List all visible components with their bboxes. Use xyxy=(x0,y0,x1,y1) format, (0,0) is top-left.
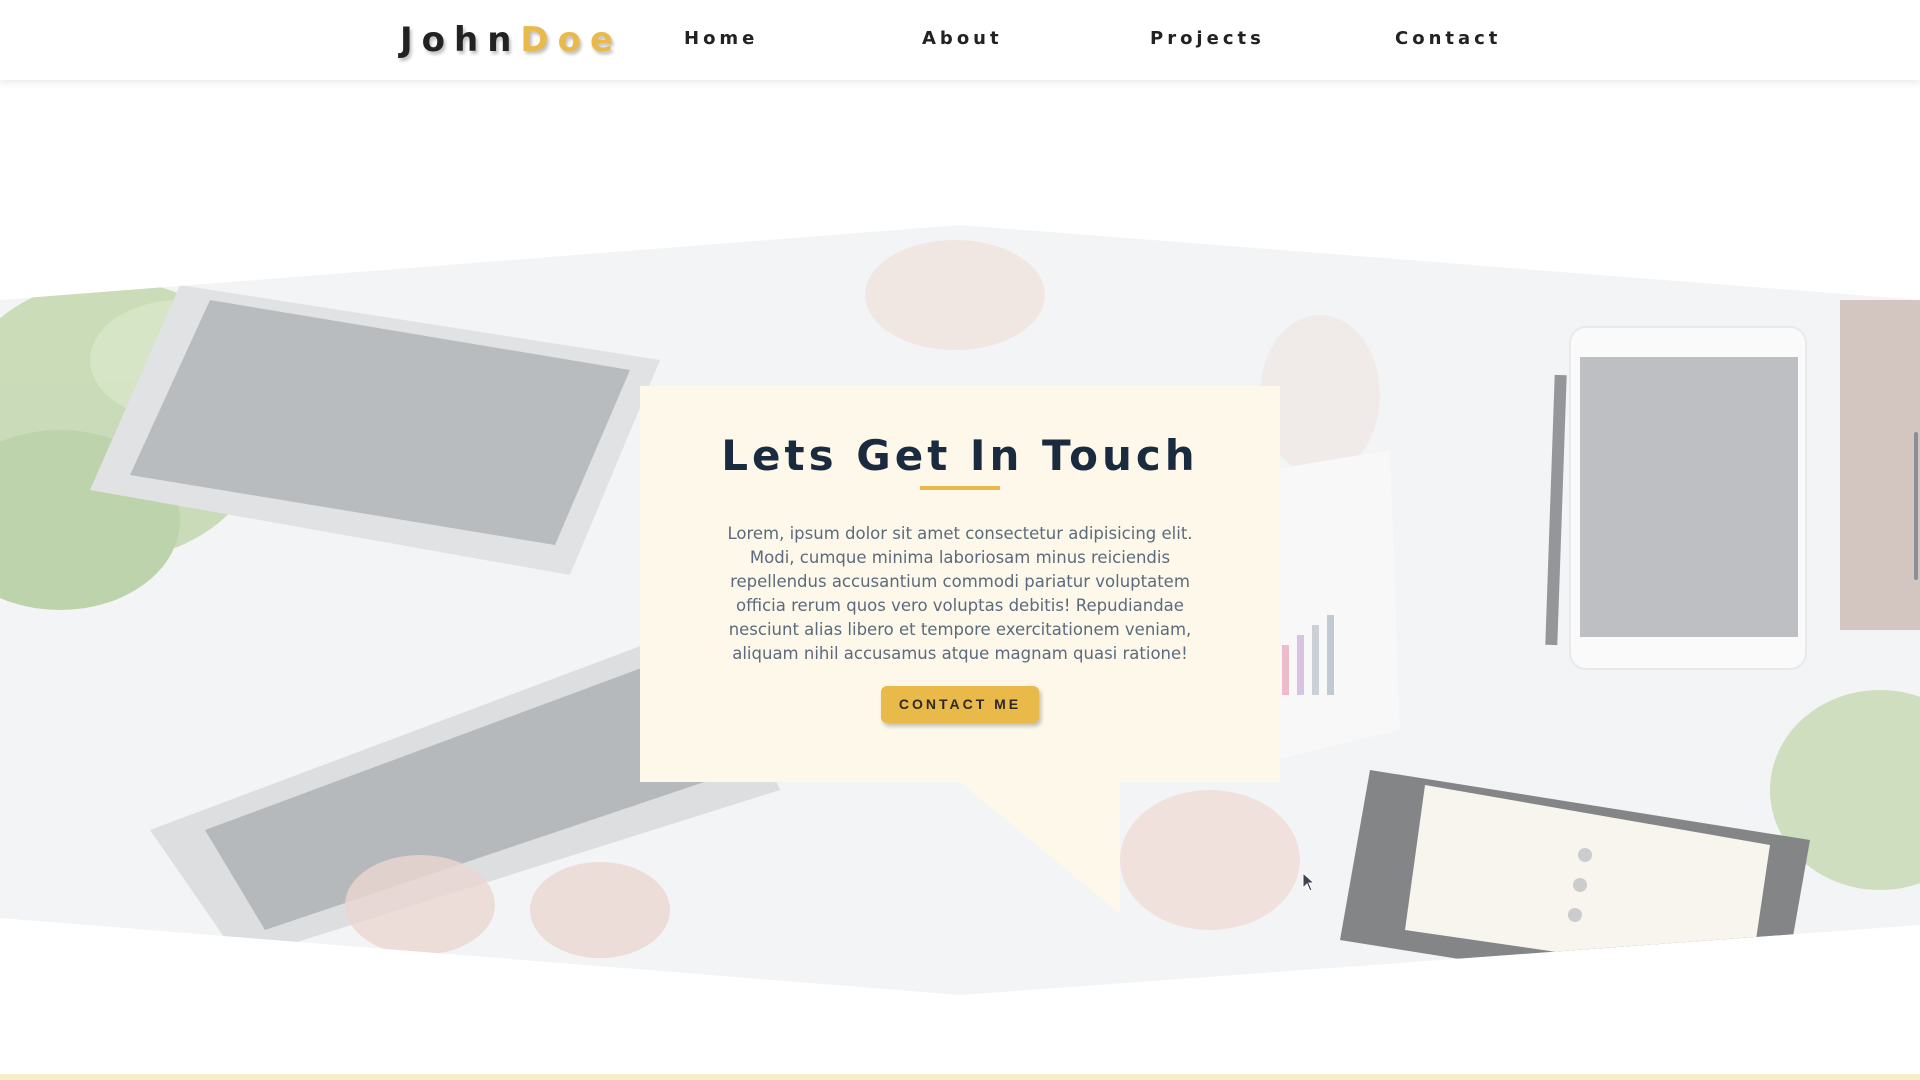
navbar: JohnDoe Home About Projects Contact xyxy=(0,0,1920,80)
logo-last-name: Doe xyxy=(520,20,623,60)
title-underline xyxy=(920,486,1000,490)
nav-link-projects[interactable]: Projects xyxy=(1150,28,1265,49)
nav-link-about[interactable]: About xyxy=(922,28,1003,49)
contact-title: Lets Get In Touch xyxy=(721,431,1199,480)
nav-link-home[interactable]: Home xyxy=(684,28,758,49)
logo[interactable]: JohnDoe xyxy=(400,18,622,62)
nav-link-contact[interactable]: Contact xyxy=(1395,28,1501,49)
contact-description: Lorem, ipsum dolor sit amet consectetur … xyxy=(727,524,1193,663)
mouse-pointer-icon xyxy=(1302,872,1316,892)
contact-section: Lets Get In Touch Lorem, ipsum dolor sit… xyxy=(0,0,1920,1080)
contact-card: Lets Get In Touch Lorem, ipsum dolor sit… xyxy=(640,386,1280,782)
logo-first-name: John xyxy=(400,20,521,60)
scrollbar-thumb[interactable] xyxy=(1914,432,1918,580)
footer-top-strip xyxy=(0,1074,1920,1080)
contact-me-button[interactable]: CONTACT ME xyxy=(881,686,1039,723)
